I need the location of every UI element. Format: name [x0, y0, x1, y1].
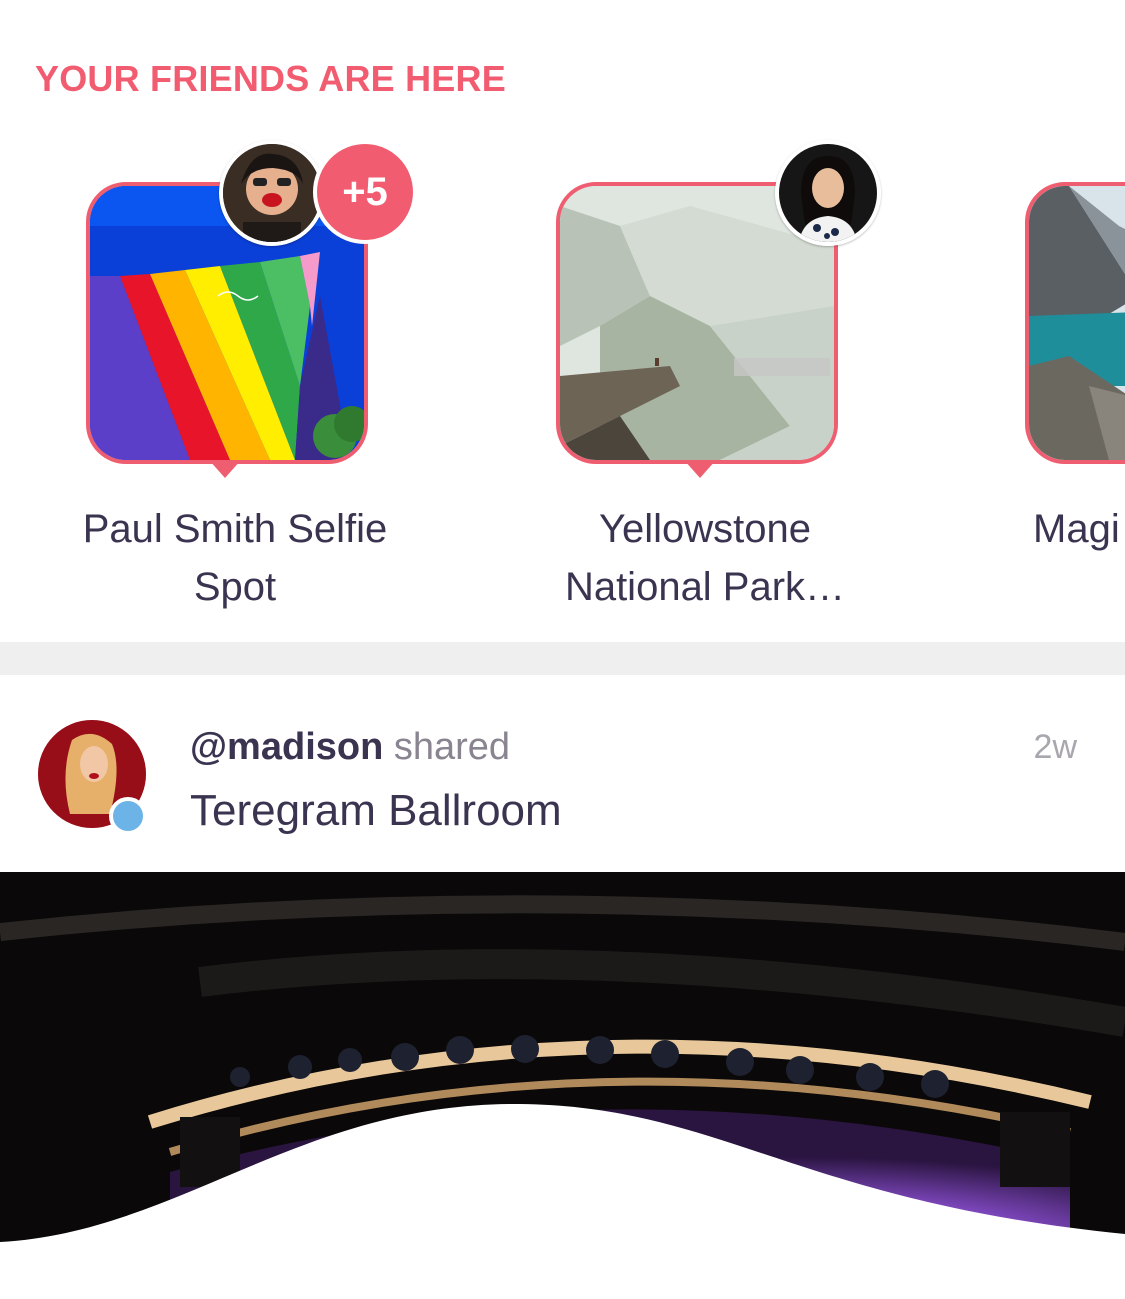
place-name[interactable]: Paul Smith Selfie Spot [55, 500, 415, 616]
post-action: shared [393, 726, 511, 768]
place-name[interactable]: Magi [1033, 500, 1125, 558]
place-card-paul-smith[interactable]: +5 Paul Smith Selfie Spot [55, 140, 417, 620]
post-place-name[interactable]: Teregram Ballroom [190, 786, 562, 836]
post-username[interactable]: @madison [190, 726, 383, 768]
more-friends-badge[interactable]: +5 [313, 140, 417, 244]
friend-avatar[interactable] [775, 140, 881, 246]
ballroom-stage-image [0, 872, 1125, 1299]
section-divider [0, 642, 1125, 675]
post-timestamp: 2w [1033, 728, 1077, 766]
place-thumbnail[interactable] [1025, 182, 1125, 464]
lake-landscape-image [1029, 186, 1125, 460]
friend-avatar[interactable] [219, 140, 325, 246]
place-card-magic[interactable]: Magi [996, 140, 1125, 620]
friend-avatar-icon [779, 144, 877, 242]
rainbow-wall-image [90, 186, 364, 460]
pointer-arrow [684, 460, 716, 478]
post-photo[interactable] [0, 872, 1125, 1299]
post-meta: @madison shared [190, 726, 510, 769]
friend-avatar-icon [223, 144, 321, 242]
place-card-yellowstone[interactable]: Yellowstone National Park… [525, 140, 885, 620]
section-title: YOUR FRIENDS ARE HERE [35, 58, 506, 99]
place-name[interactable]: Yellowstone National Park… [525, 500, 885, 616]
online-status-indicator [109, 797, 147, 835]
pointer-arrow [209, 460, 241, 478]
